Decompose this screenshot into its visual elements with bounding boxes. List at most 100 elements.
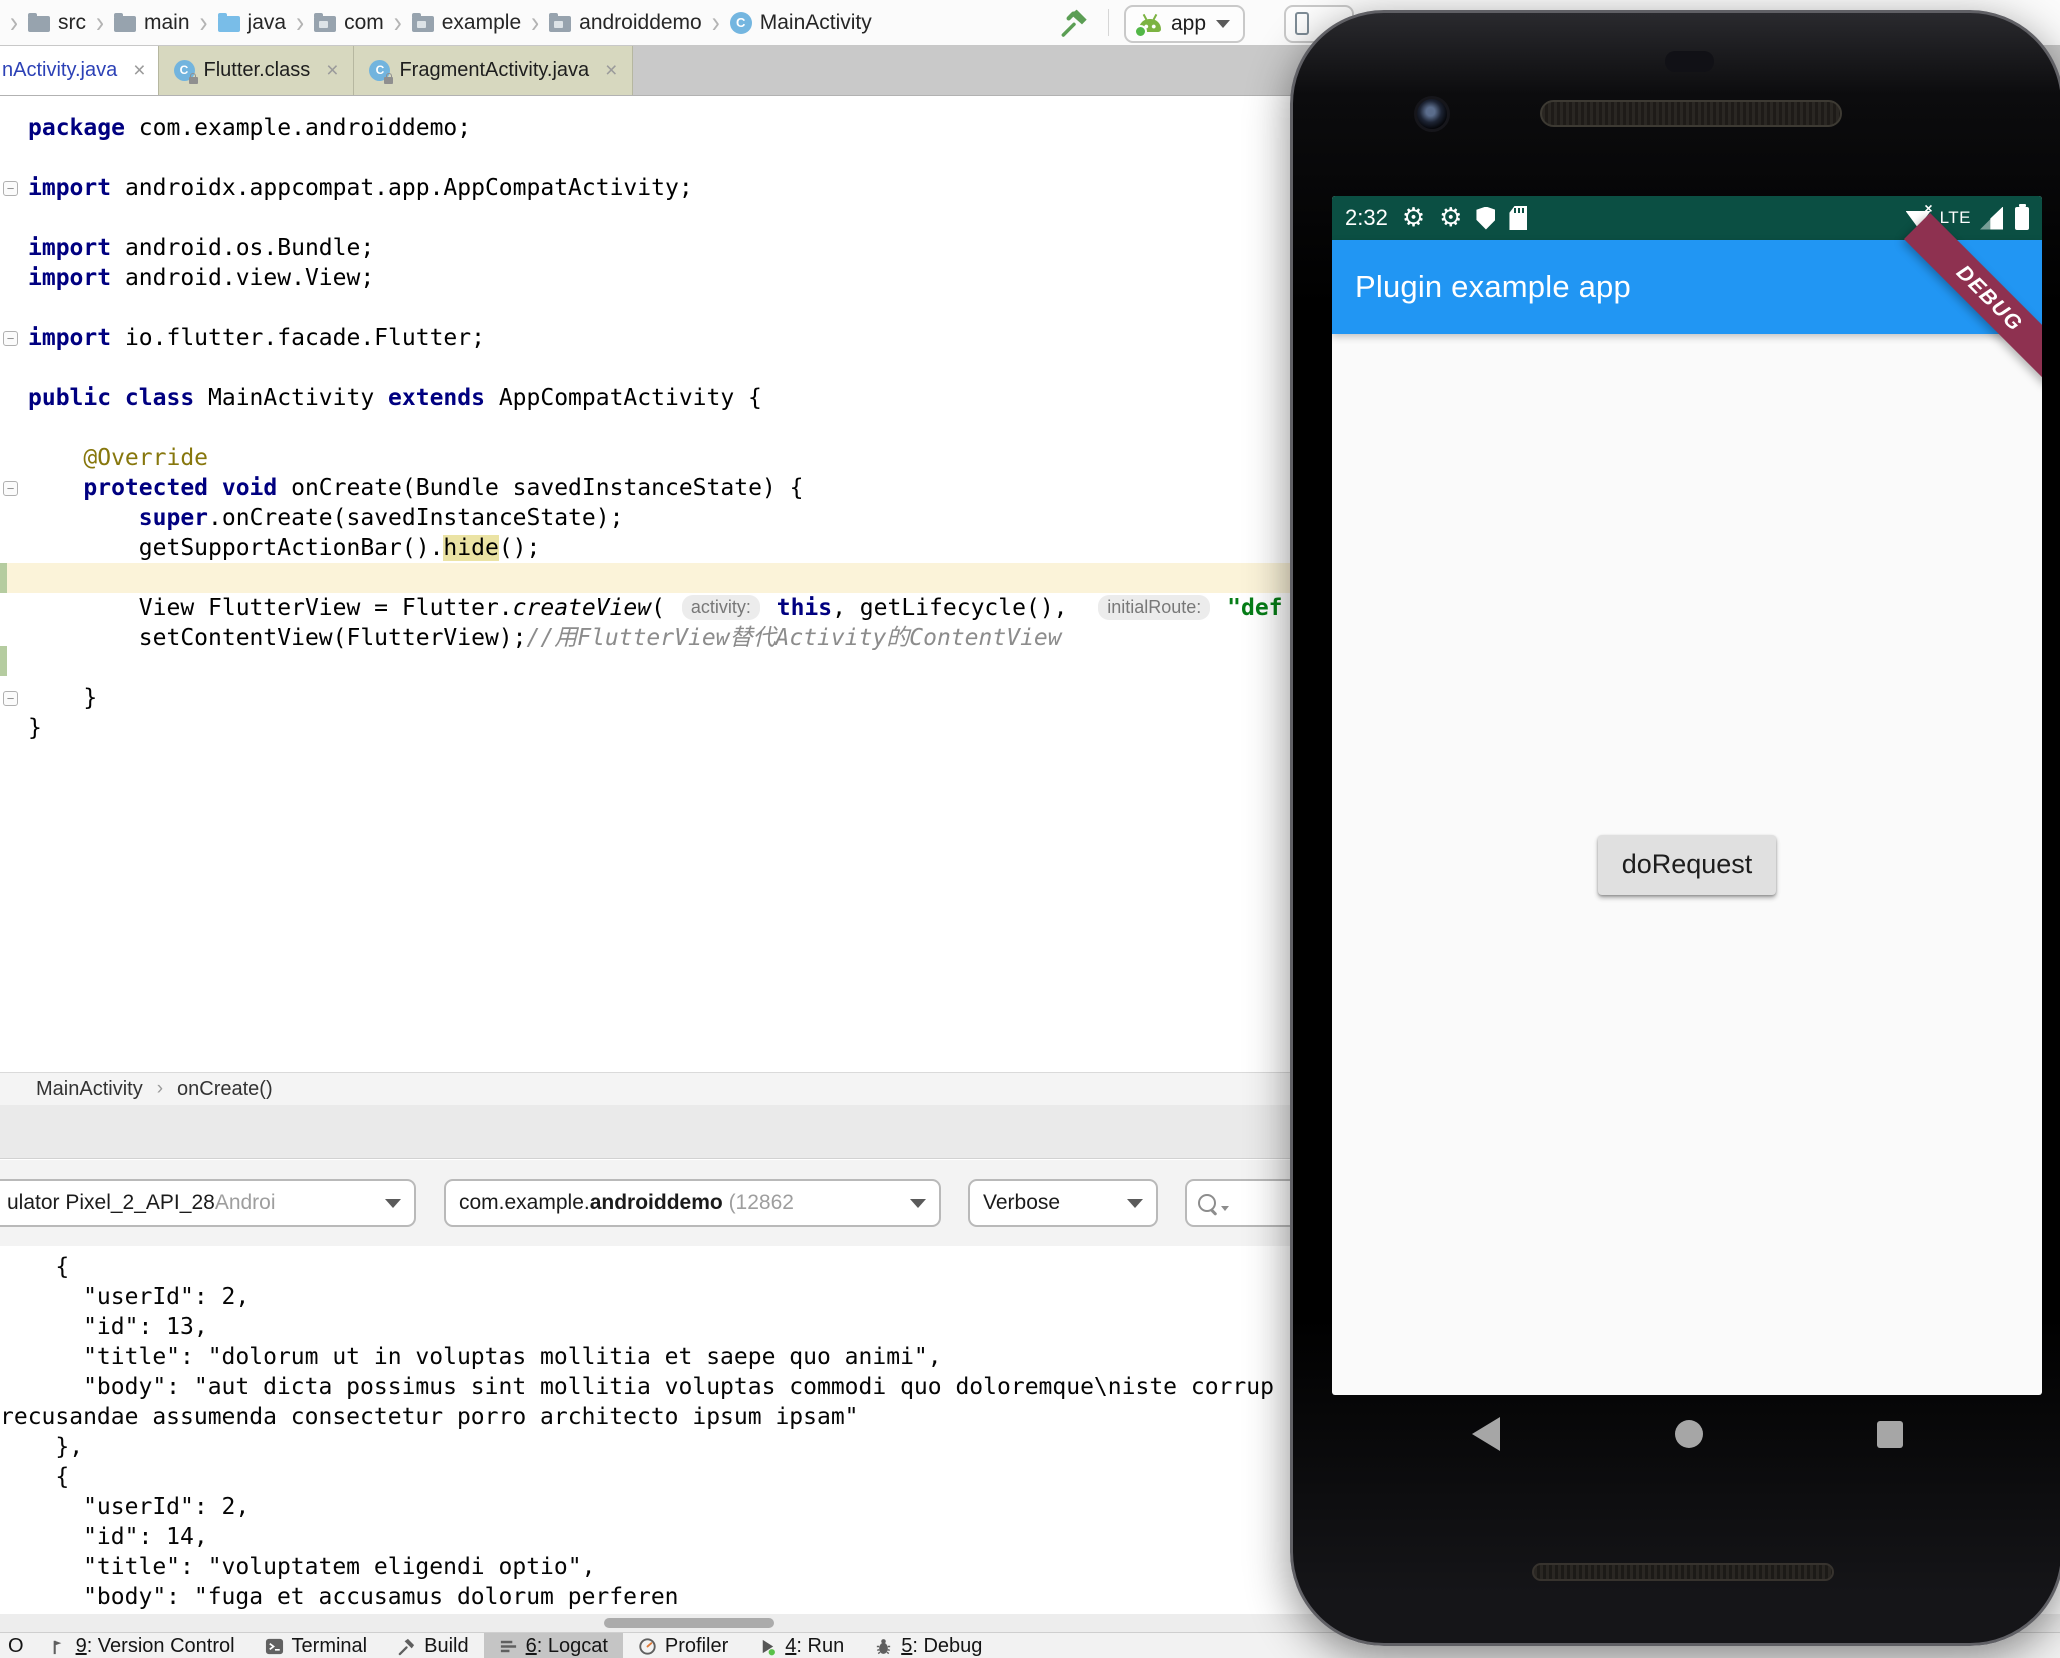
debug-icon xyxy=(874,1637,893,1656)
statusbar-version-control[interactable]: 9: Version Control xyxy=(34,1633,250,1658)
breadcrumb-class[interactable]: MainActivity xyxy=(36,1078,143,1101)
breadcrumb-label: androiddemo xyxy=(579,11,702,35)
phone-screen: 2:32 LTE Plugin example app DEBUG doRequ… xyxy=(1332,196,2042,1395)
breadcrumb-item-java[interactable]: java xyxy=(218,11,287,35)
log-level-dropdown[interactable]: Verbose xyxy=(968,1179,1158,1227)
build-hammer-button[interactable] xyxy=(1058,7,1090,39)
breadcrumb-item-main[interactable]: main xyxy=(114,11,190,35)
statusbar-label: Build xyxy=(424,1635,468,1658)
nav-back-button[interactable] xyxy=(1472,1417,1500,1451)
android-studio-window: ›src›main›java›com›example›androiddemo›C… xyxy=(0,0,2060,1658)
chevron-right-icon: › xyxy=(10,5,18,40)
device-dropdown[interactable]: ulator Pixel_2_API_28 Androi xyxy=(0,1179,416,1227)
android-app-icon xyxy=(1139,19,1161,32)
phone-emulator: 2:32 LTE Plugin example app DEBUG doRequ… xyxy=(1290,10,2060,1646)
breadcrumb-item-src[interactable]: src xyxy=(28,11,86,35)
folder-blue-icon xyxy=(218,16,240,32)
process-dropdown[interactable]: com.example.androiddemo (12862 xyxy=(444,1179,941,1227)
chevron-right-icon: › xyxy=(96,5,104,40)
lock-icon xyxy=(189,77,198,84)
search-options-chevron-icon[interactable] xyxy=(1221,1206,1229,1211)
statusbar-label: 4: Run xyxy=(785,1635,844,1658)
package-icon xyxy=(412,16,434,32)
statusbar-run[interactable]: 4: Run xyxy=(743,1633,859,1658)
statusbar-label: Profiler xyxy=(665,1635,728,1658)
cell-signal-icon xyxy=(1980,207,2003,230)
tab-flutter-class[interactable]: C Flutter.class × xyxy=(159,46,355,95)
nav-home-button[interactable] xyxy=(1675,1420,1703,1448)
breadcrumb-label: src xyxy=(58,11,86,35)
shield-icon xyxy=(1476,207,1495,230)
gutter-change-marker xyxy=(0,646,7,676)
search-icon xyxy=(1198,1194,1216,1212)
tab-label: nActivity.java xyxy=(2,59,117,82)
breadcrumb-item-example[interactable]: example xyxy=(412,11,521,35)
breadcrumb-item-MainActivity[interactable]: C MainActivity xyxy=(730,11,872,35)
do-request-button[interactable]: doRequest xyxy=(1598,835,1776,895)
statusbar-terminal[interactable]: Terminal xyxy=(250,1633,383,1658)
statusbar-label: Terminal xyxy=(292,1635,368,1658)
hammer-icon xyxy=(397,1637,416,1656)
close-icon[interactable]: × xyxy=(133,59,145,83)
app-content: doRequest xyxy=(1332,334,2042,1395)
chevron-down-icon xyxy=(1127,1199,1143,1208)
breadcrumb-label: MainActivity xyxy=(760,11,872,35)
chevron-right-icon: › xyxy=(157,1078,163,1100)
terminal-icon xyxy=(265,1637,284,1656)
statusbar-profiler[interactable]: Profiler xyxy=(623,1633,743,1658)
breadcrumb-label: com xyxy=(344,11,384,35)
phone-device-icon xyxy=(1295,12,1309,35)
folder-icon xyxy=(114,16,136,32)
breadcrumb-item-androiddemo[interactable]: androiddemo xyxy=(549,11,702,35)
tab-fragmentactivity-java[interactable]: C FragmentActivity.java × xyxy=(354,46,633,95)
run-icon xyxy=(758,1637,777,1656)
chevron-right-icon: › xyxy=(712,5,720,40)
earpiece-speaker xyxy=(1540,100,1842,127)
network-type-label: LTE xyxy=(1940,208,1971,228)
breadcrumb-label: main xyxy=(144,11,190,35)
sensor-cutout xyxy=(1665,51,1714,72)
close-icon[interactable]: × xyxy=(326,59,338,83)
gear-icon xyxy=(1439,205,1462,231)
statusbar-label: 9: Version Control xyxy=(76,1635,235,1658)
hammer-icon xyxy=(1058,7,1090,39)
run-configuration-label: app xyxy=(1171,12,1206,36)
breadcrumb-item-com[interactable]: com xyxy=(314,11,384,35)
fold-marker-icon[interactable]: − xyxy=(3,331,18,346)
vcs-icon xyxy=(49,1637,68,1656)
process-dropdown-value: com.example.androiddemo (12862 xyxy=(459,1191,794,1215)
statusbar-toolwindow-cut[interactable]: O xyxy=(0,1633,34,1658)
bottom-speaker-grille xyxy=(1532,1563,1834,1581)
statusbar-label: 6: Logcat xyxy=(526,1635,608,1658)
fold-marker-icon[interactable]: − xyxy=(3,181,18,196)
package-icon xyxy=(549,16,571,32)
breadcrumb-method[interactable]: onCreate() xyxy=(177,1078,273,1101)
lock-icon xyxy=(384,77,393,84)
front-camera xyxy=(1414,96,1450,132)
app-title: Plugin example app xyxy=(1355,269,1631,305)
chevron-right-icon: › xyxy=(200,5,208,40)
statusbar-label: 5: Debug xyxy=(901,1635,982,1658)
tab-mainactivity-java[interactable]: nActivity.java × xyxy=(0,46,159,95)
close-icon[interactable]: × xyxy=(605,59,617,83)
breadcrumb: ›src›main›java›com›example›androiddemo›C… xyxy=(0,9,872,37)
class-icon: C xyxy=(730,12,752,34)
run-configuration-select[interactable]: app xyxy=(1124,5,1245,43)
tab-label: Flutter.class xyxy=(204,59,311,82)
gear-icon xyxy=(1402,205,1425,231)
nav-recents-button[interactable] xyxy=(1877,1421,1903,1448)
fold-marker-icon[interactable]: − xyxy=(3,481,18,496)
sdcard-icon xyxy=(1509,206,1527,230)
statusbar-build[interactable]: Build xyxy=(382,1633,483,1658)
breadcrumb-label: java xyxy=(248,11,287,35)
scrollbar-thumb[interactable] xyxy=(604,1618,774,1628)
fold-marker-icon[interactable]: − xyxy=(3,691,18,706)
statusbar-debug[interactable]: 5: Debug xyxy=(859,1633,997,1658)
battery-icon xyxy=(2015,207,2029,230)
breadcrumb-label: example xyxy=(442,11,521,35)
running-status-dot xyxy=(1134,25,1147,38)
statusbar-logcat[interactable]: 6: Logcat xyxy=(484,1633,623,1658)
chevron-right-icon: › xyxy=(394,5,402,40)
toolbar-separator xyxy=(1108,9,1109,36)
log-level-value: Verbose xyxy=(983,1191,1060,1215)
